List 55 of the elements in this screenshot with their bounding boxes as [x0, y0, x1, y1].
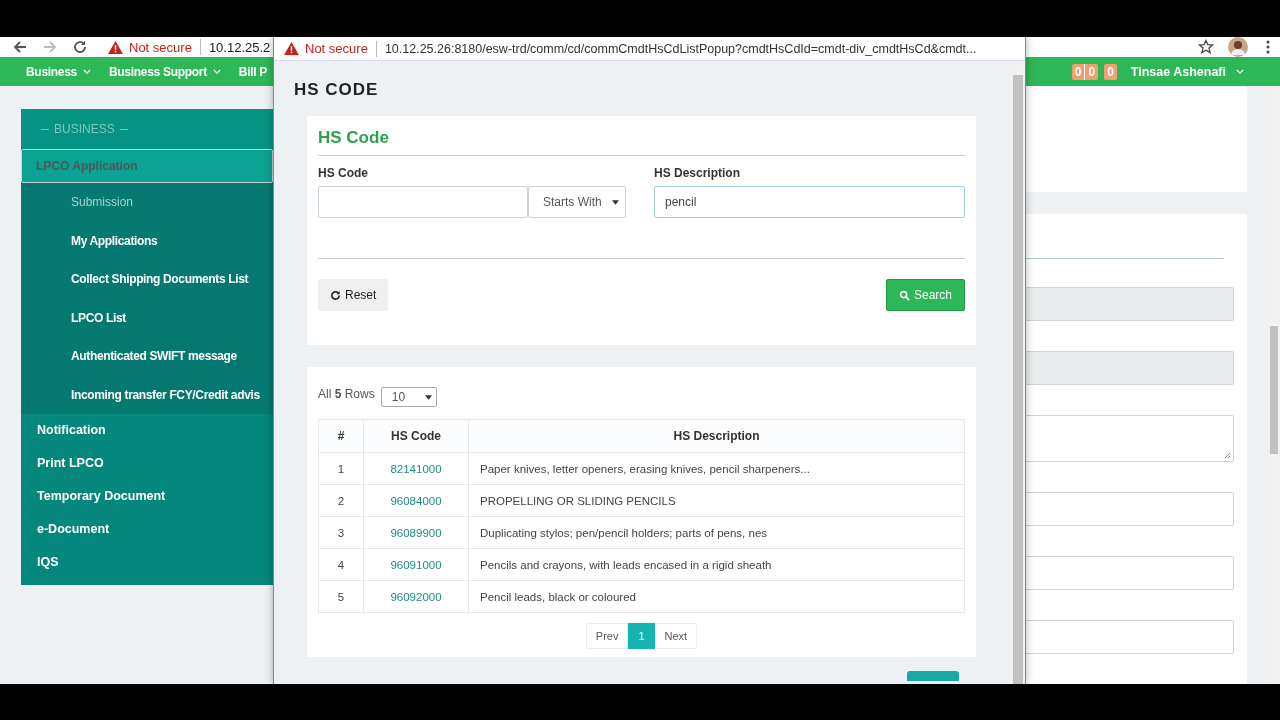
table-cell: 1	[318, 452, 364, 485]
column-header: #	[318, 419, 364, 453]
reset-button[interactable]: Reset	[318, 279, 389, 311]
security-label: Not secure	[305, 41, 368, 56]
table-cell: 4	[318, 548, 364, 581]
table-cell: 5	[318, 580, 364, 613]
user-menu[interactable]: Tinsae Ashenafi	[1130, 64, 1244, 79]
next-button[interactable]: Next	[654, 623, 698, 649]
search-button[interactable]: Search	[885, 279, 965, 311]
section-heading: BUSINESS	[54, 122, 115, 136]
nav-menu-item[interactable]: Business	[26, 64, 91, 79]
field-label: HS Description	[654, 166, 741, 180]
table-cell: Pencils and crayons, with leads encased in a rigid sheath	[468, 548, 965, 581]
table-cell: PROPELLING OR SLIDING PENCILS	[468, 484, 965, 517]
column-header: HS Description	[468, 419, 965, 453]
sidebar-subitem[interactable]: LPCO List	[21, 298, 273, 337]
security-label: Not secure	[129, 39, 192, 55]
input-field[interactable]: pencil	[654, 186, 965, 218]
code-link[interactable]: 96089900	[363, 516, 469, 549]
count-label: 0	[1084, 63, 1099, 80]
sidebar-subitem[interactable]: Authenticated SWIFT message	[21, 337, 273, 376]
match-select[interactable]: Starts With	[528, 186, 626, 218]
code-link[interactable]: 96091000	[363, 548, 469, 581]
sidebar-subitem[interactable]: Collect Shipping Documents List	[21, 260, 273, 299]
sidebar-item[interactable]: e-Document	[21, 513, 273, 546]
code-link[interactable]: 96092000	[363, 580, 469, 613]
popup-title: HS CODE	[294, 80, 380, 100]
address-text[interactable]: 10.12.25.2	[208, 39, 271, 55]
page-button[interactable]: 1	[628, 623, 655, 649]
row-count: All 5 Rows	[318, 387, 375, 401]
table-cell: Pencil leads, black or coloured	[468, 580, 965, 613]
nav-menu-item[interactable]: Bill P	[238, 64, 268, 79]
sidebar-item[interactable]: IQS	[21, 546, 273, 579]
address-text: 10.12.25.26:8180/esw-trd/comm/cd/commCmdtHsCdListPopup?cmdtHsCdId=cmdt-div_cmdtHsCd&cmdt...	[384, 41, 977, 56]
card-title: HS Code	[318, 128, 390, 148]
sidebar-item[interactable]: Print LPCO	[21, 447, 273, 480]
table-cell: 3	[318, 516, 364, 549]
sidebar-subitem[interactable]: Submission	[21, 183, 273, 222]
sidebar-item[interactable]: Notification	[21, 414, 273, 447]
sidebar-subitem[interactable]: My Applications	[21, 221, 273, 260]
sidebar-subitem[interactable]: Incoming transfer FCY/Credit advis	[21, 375, 273, 414]
table-cell: Duplicating stylos; pen/pencil holders; parts of pens, nes	[468, 516, 965, 549]
page-size-select[interactable]: 10	[380, 387, 437, 407]
count-label: 0	[1106, 63, 1115, 80]
table-cell: 2	[318, 484, 364, 517]
table-cell: Paper knives, letter openers, erasing knives, pencil sharpeners...	[468, 452, 965, 485]
prev-button[interactable]: Prev	[585, 623, 629, 649]
column-header: HS Code	[363, 419, 469, 453]
code-link[interactable]: 82141000	[363, 452, 469, 485]
field-label: HS Code	[318, 166, 369, 180]
code-link[interactable]: 96084000	[363, 484, 469, 517]
count-label: 0	[1073, 63, 1083, 80]
nav-menu-item[interactable]: Business Support	[108, 64, 221, 79]
sidebar-item[interactable]: LPCO Application	[21, 149, 273, 183]
sidebar-item[interactable]: Temporary Document	[21, 480, 273, 513]
